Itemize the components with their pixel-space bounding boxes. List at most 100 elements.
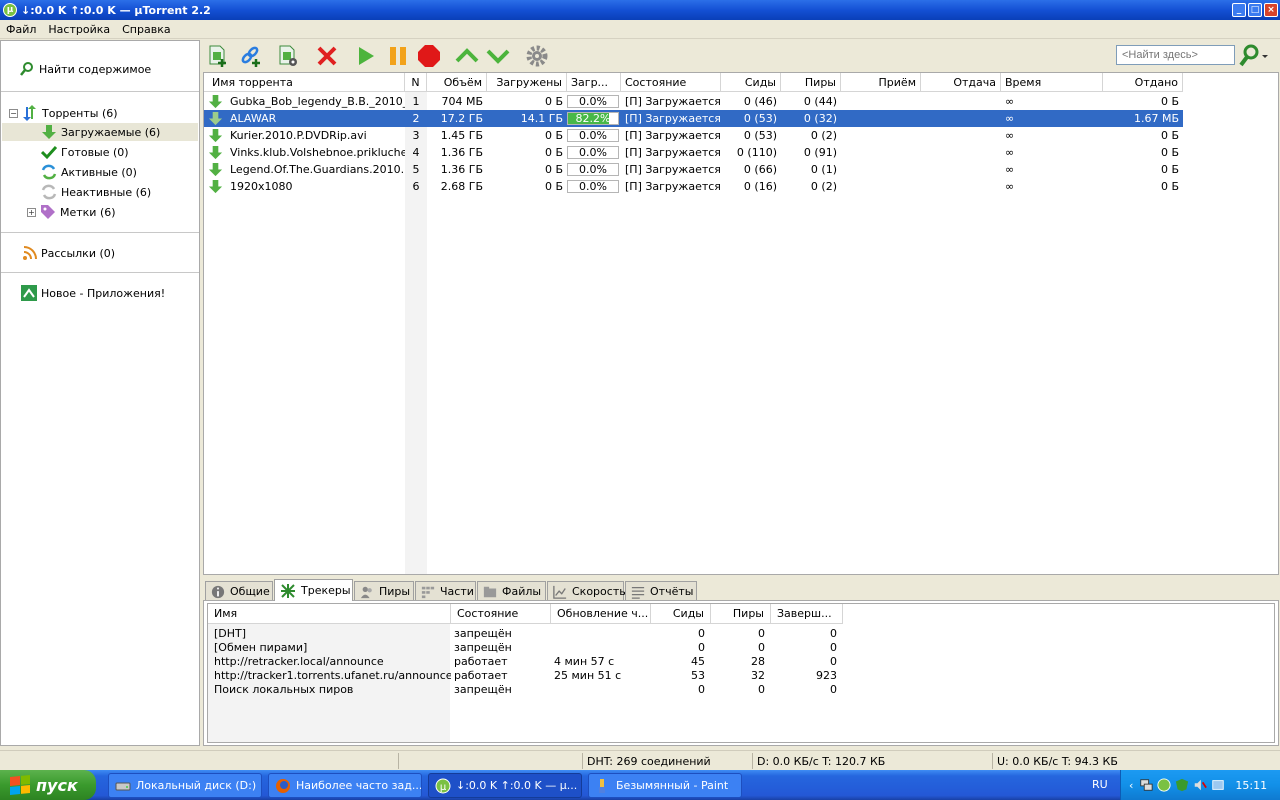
preferences-button[interactable]	[524, 43, 550, 69]
title-bar[interactable]: µ ↓:0.0 K ↑:0.0 K — µTorrent 2.2 _ □ ×	[0, 0, 1280, 20]
column-header-size[interactable]: Объём	[427, 73, 487, 92]
expand-toggle[interactable]: +	[27, 207, 36, 217]
tab-peers[interactable]: Пиры	[354, 581, 414, 601]
column-header-name[interactable]: Имя торрента	[204, 73, 405, 92]
tab-logger[interactable]: Отчёты	[625, 581, 697, 601]
torrent-list[interactable]: Имя торрента N Объём Загружены Загр... С…	[203, 72, 1279, 575]
move-up-button[interactable]	[454, 43, 480, 69]
clock[interactable]: 15:11	[1235, 779, 1267, 792]
tracker-list[interactable]: Имя Состояние Обновление ч... Сиды Пиры …	[207, 603, 1275, 743]
taskbar-item-drive[interactable]: Локальный диск (D:)	[108, 773, 262, 798]
tracker-seeds: 0	[698, 640, 705, 654]
sidebar-item-active[interactable]: Активные (0)	[41, 163, 137, 181]
maximize-button[interactable]: □	[1248, 3, 1262, 17]
torrent-row[interactable]: 1920x1080 6 2.68 ГБ 0 Б [П] Загружается 0 (16…	[204, 178, 1183, 195]
sidebar-item-inactive[interactable]: Неактивные (6)	[41, 183, 151, 201]
sidebar-item-torrents[interactable]: − Торренты (6)	[9, 104, 118, 122]
column-header-peers[interactable]: Пиры	[781, 73, 841, 92]
start-button[interactable]	[353, 43, 379, 69]
torrent-status: [П] Загружается	[625, 129, 721, 142]
column-header-downloaded[interactable]: Загружены	[487, 73, 567, 92]
torrent-row[interactable]: Gubka_Bob_legendy_B.B._2010_... 1 704 МБ 0 …	[204, 93, 1183, 110]
sidebar-item-feeds[interactable]: Рассылки (0)	[21, 244, 115, 262]
column-header-progress[interactable]: Загр...	[567, 73, 621, 92]
taskbar-item-utorrent[interactable]: µ ↓:0.0 K ↑:0.0 K — µ...	[428, 773, 582, 798]
column-header-eta[interactable]: Время	[1001, 73, 1103, 92]
sidebar-apps-label: Новое - Приложения!	[41, 286, 166, 300]
torrent-row[interactable]: Vinks.klub.Volshebnoe.priklucheni... 4 1.3…	[204, 144, 1183, 161]
search-input[interactable]	[1116, 45, 1235, 65]
sidebar-item-labels[interactable]: + Метки (6)	[27, 203, 116, 221]
utorrent-app-icon: µ	[3, 3, 17, 17]
tracker-seeds: 45	[691, 654, 705, 668]
column-header-seeds[interactable]: Сиды	[721, 73, 781, 92]
close-button[interactable]: ×	[1264, 3, 1278, 17]
column-header-up-speed[interactable]: Отдача	[921, 73, 1001, 92]
torrent-row[interactable]: Kurier.2010.P.DVDRip.avi 3 1.45 ГБ 0 Б [П] З…	[204, 127, 1183, 144]
tracker-row[interactable]: [Обмен пирами] запрещён 0 0 0	[208, 640, 848, 654]
create-torrent-icon	[279, 45, 297, 66]
remove-button[interactable]	[314, 43, 340, 69]
start-button[interactable]: пуск	[0, 770, 96, 800]
sidebar-find-content[interactable]: Найти содержимое	[19, 60, 151, 78]
move-down-button[interactable]	[485, 43, 511, 69]
tracker-header-peers[interactable]: Пиры	[711, 604, 771, 624]
torrent-row[interactable]: ALAWAR 2 17.2 ГБ 14.1 ГБ [П] Загружается 0 (5…	[204, 110, 1183, 127]
tracker-completed: 0	[830, 654, 837, 668]
tracker-header-status[interactable]: Состояние	[451, 604, 551, 624]
tray-app-icon[interactable]	[1211, 778, 1225, 792]
add-torrent-button[interactable]	[205, 43, 231, 69]
play-icon	[359, 47, 374, 65]
download-arrow-icon	[41, 124, 57, 140]
stop-button[interactable]	[416, 43, 442, 69]
search-button[interactable]	[1238, 43, 1274, 69]
tracker-header-seeds[interactable]: Сиды	[651, 604, 711, 624]
menu-settings[interactable]: Настройка	[42, 23, 116, 36]
column-header-uploaded[interactable]: Отдано	[1103, 73, 1183, 92]
tray-expand-icon[interactable]: ‹	[1129, 779, 1133, 792]
tab-files[interactable]: Файлы	[477, 581, 546, 601]
column-header-status[interactable]: Состояние	[621, 73, 721, 92]
column-header-number[interactable]: N	[405, 73, 427, 92]
tracker-header-completed[interactable]: Заверш...	[771, 604, 843, 624]
progress-text: 0.0%	[579, 146, 607, 159]
sidebar-item-downloading[interactable]: Загружаемые (6)	[2, 123, 198, 141]
utorrent-tray-icon[interactable]	[1157, 778, 1171, 792]
column-header-down-speed[interactable]: Приём	[841, 73, 921, 92]
taskbar-item-firefox[interactable]: Наиболее часто зад...	[268, 773, 422, 798]
taskbar-item-paint[interactable]: Безымянный - Paint	[588, 773, 742, 798]
tracker-header-update[interactable]: Обновление ч...	[551, 604, 651, 624]
torrent-name: Gubka_Bob_legendy_B.B._2010_...	[230, 95, 405, 108]
torrent-row[interactable]: Legend.Of.The.Guardians.2010.D... 5 1.36 Г…	[204, 161, 1183, 178]
create-torrent-button[interactable]	[275, 43, 301, 69]
tracker-row[interactable]: http://tracker1.torrents.ufanet.ru/annou…	[208, 668, 848, 682]
menu-help[interactable]: Справка	[116, 23, 176, 36]
minimize-button[interactable]: _	[1232, 3, 1246, 17]
antivirus-icon[interactable]	[1175, 778, 1189, 792]
tab-pieces[interactable]: Части	[415, 581, 476, 601]
tracker-row[interactable]: Поиск локальных пиров запрещён 0 0 0	[208, 682, 848, 696]
torrent-status: [П] Загружается	[625, 112, 721, 125]
pause-button[interactable]	[385, 43, 411, 69]
torrent-seeds: 0 (110)	[736, 146, 777, 159]
tab-speed-graph[interactable]: Скорость	[547, 581, 626, 601]
tab-trackers[interactable]: Трекеры	[274, 579, 353, 601]
network-icon[interactable]	[1139, 778, 1153, 792]
tracker-row[interactable]: http://retracker.local/announce работает 4…	[208, 654, 848, 668]
torrent-name: Vinks.klub.Volshebnoe.priklucheni...	[230, 146, 405, 159]
menu-file[interactable]: Файл	[0, 23, 42, 36]
sidebar-item-completed[interactable]: Готовые (0)	[41, 143, 129, 161]
windows-logo-icon	[10, 774, 30, 796]
remove-x-icon	[317, 46, 337, 66]
tracker-row[interactable]: [DHT] запрещён 0 0 0	[208, 626, 848, 640]
tracker-header-name[interactable]: Имя	[208, 604, 451, 624]
tab-info[interactable]: Общие	[205, 581, 273, 601]
language-indicator[interactable]: RU	[1092, 778, 1108, 791]
sidebar-item-label: Метки (6)	[60, 205, 116, 219]
torrent-n: 3	[412, 129, 420, 142]
torrent-n: 2	[412, 112, 420, 125]
sidebar-item-apps[interactable]: Новое - Приложения!	[21, 284, 165, 302]
add-url-button[interactable]	[237, 43, 263, 69]
collapse-toggle[interactable]: −	[9, 108, 18, 118]
volume-icon[interactable]	[1193, 778, 1208, 792]
